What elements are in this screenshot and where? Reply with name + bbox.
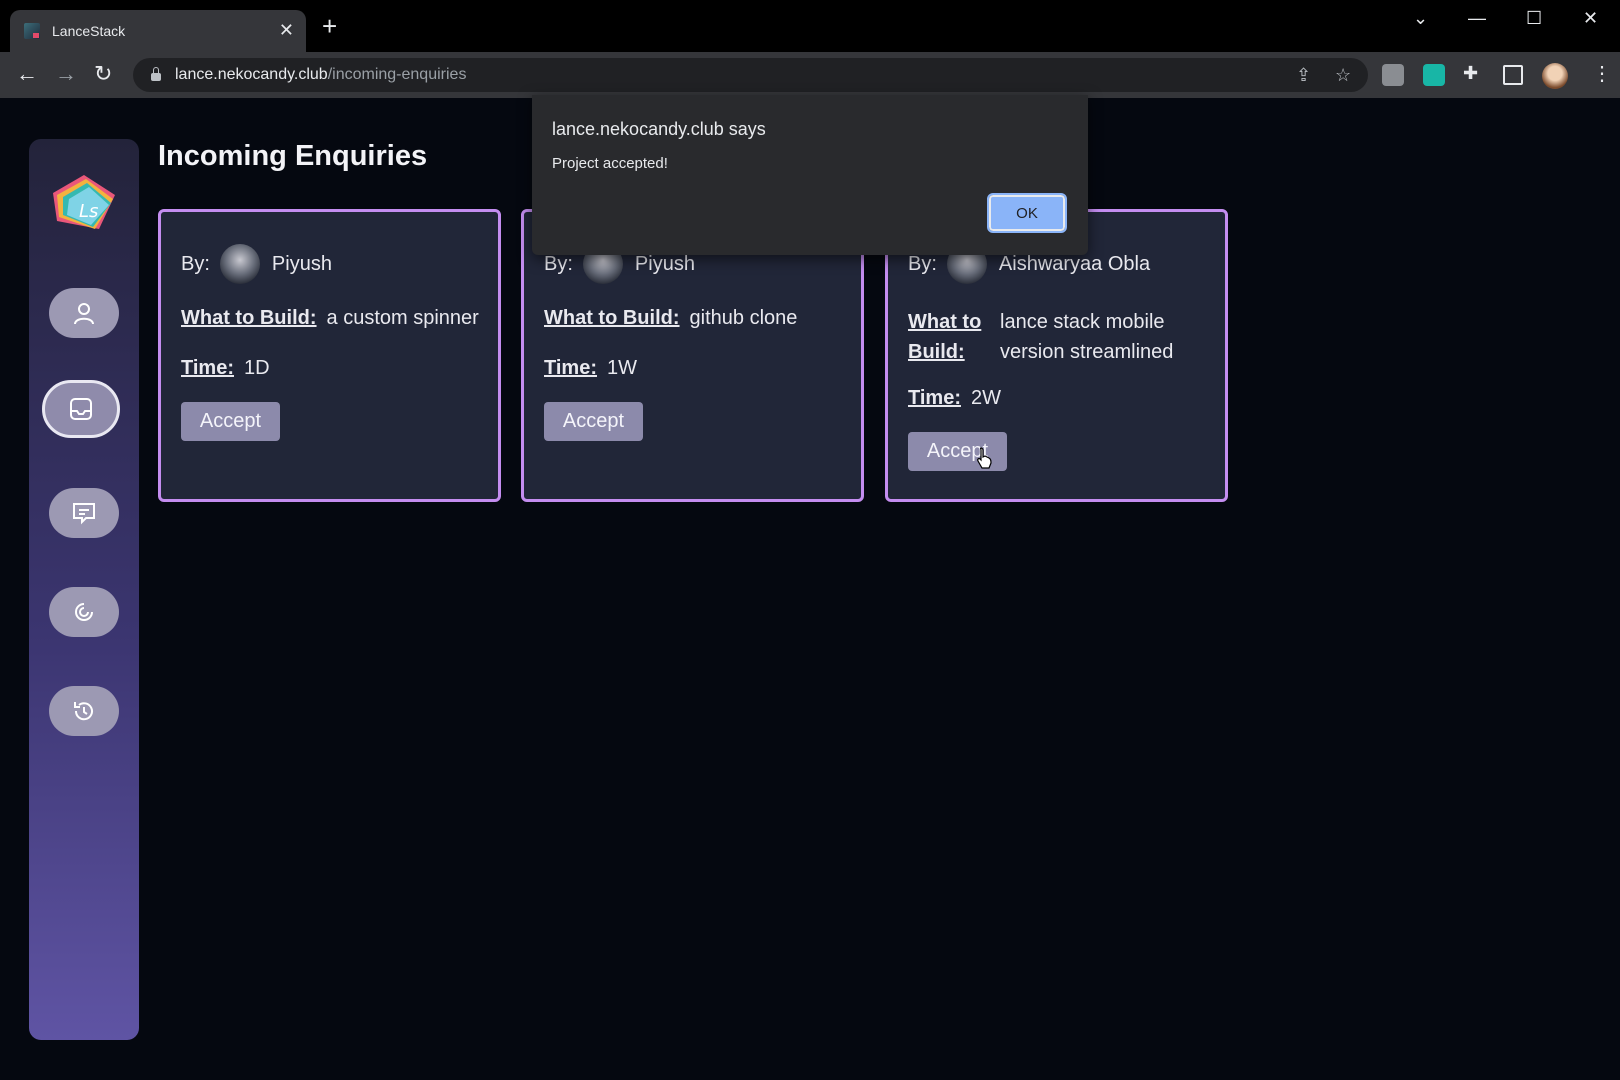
extension-wallet-icon[interactable] [1382, 64, 1404, 86]
what-to-build-row: What to Build: lance stack mobile versio… [908, 307, 1173, 367]
svg-text:Ls: Ls [79, 201, 98, 222]
time-label: Time: [908, 387, 961, 409]
alert-dialog: lance.nekocandy.club says Project accept… [532, 95, 1088, 255]
browser-tab[interactable]: LanceStack ✕ [10, 10, 306, 52]
favicon-icon [24, 23, 40, 39]
what-to-build-value-line1: lance stack mobile [1000, 311, 1165, 333]
what-to-build-row: What to Build: a custom spinner [181, 307, 479, 330]
tab-strip: LanceStack ✕ + ⌄ — ☐ ✕ [0, 0, 1620, 52]
by-label: By: [181, 252, 210, 275]
maximize-button[interactable]: ☐ [1526, 8, 1542, 29]
menu-icon[interactable]: ⋮ [1592, 62, 1612, 86]
what-to-build-label: What to Build: [908, 307, 990, 367]
time-label: Time: [544, 357, 597, 379]
puzzle-icon[interactable]: ✚ [1463, 63, 1478, 83]
author-name: Piyush [271, 252, 332, 275]
user-icon [74, 303, 94, 325]
time-row: Time: 2W [908, 387, 1001, 410]
author-name: Piyush [634, 252, 695, 275]
what-to-build-label-line1: What to [908, 311, 982, 333]
url-path: /incoming-enquiries [327, 66, 467, 83]
time-value: 1W [606, 357, 637, 379]
sidebar-item-history[interactable] [49, 686, 119, 736]
what-to-build-value: github clone [689, 307, 798, 329]
ok-button[interactable]: OK [987, 193, 1067, 233]
reload-icon[interactable]: ↻ [94, 62, 112, 86]
enquiry-card: By: Piyush What to Build: a custom spinn… [158, 209, 501, 502]
page-title: Incoming Enquiries [158, 140, 428, 172]
what-to-build-label-line2: Build: [908, 341, 965, 363]
close-window-button[interactable]: ✕ [1583, 8, 1598, 29]
tab-close-icon[interactable]: ✕ [279, 21, 294, 39]
hand-cursor-icon [977, 447, 992, 469]
lock-icon [151, 67, 161, 81]
enquiry-author: By: Piyush [181, 244, 332, 284]
profile-avatar[interactable] [1542, 63, 1568, 89]
new-tab-button[interactable]: + [322, 13, 337, 39]
sidebar-item-ongoing[interactable] [49, 587, 119, 637]
what-to-build-value: a custom spinner [326, 307, 479, 329]
what-to-build-value: lance stack mobile version streamlined [1000, 307, 1173, 367]
extension-teal-icon[interactable] [1423, 64, 1445, 86]
sidebar-item-profile[interactable] [49, 288, 119, 338]
by-label: By: [908, 252, 937, 275]
sidebar: Ls [29, 139, 139, 1040]
address-bar[interactable]: lance.nekocandy.club/incoming-enquiries … [133, 58, 1368, 92]
what-to-build-label: What to Build: [181, 307, 317, 329]
what-to-build-row: What to Build: github clone [544, 307, 797, 330]
side-panel-icon[interactable] [1503, 65, 1523, 85]
share-icon[interactable]: ⇪ [1296, 65, 1311, 85]
time-row: Time: 1W [544, 357, 637, 380]
by-label: By: [544, 252, 573, 275]
time-value: 1D [243, 357, 270, 379]
chat-icon [73, 503, 95, 525]
sidebar-item-inbox[interactable] [42, 380, 120, 438]
dialog-message: Project accepted! [552, 155, 668, 172]
what-to-build-value-line2: version streamlined [1000, 341, 1174, 363]
sync-icon [75, 603, 93, 621]
lancestack-logo: Ls [53, 175, 115, 229]
time-label: Time: [181, 357, 234, 379]
sidebar-item-messages[interactable] [49, 488, 119, 538]
tab-search-icon[interactable]: ⌄ [1413, 8, 1428, 29]
back-icon[interactable]: ← [16, 62, 38, 86]
avatar [219, 244, 260, 284]
tab-title: LanceStack [52, 23, 126, 39]
forward-icon[interactable]: → [55, 62, 77, 86]
url-host: lance.nekocandy.club [175, 66, 328, 83]
inbox-icon [70, 398, 92, 420]
browser-toolbar: ← → ↻ lance.nekocandy.club/incoming-enqu… [0, 52, 1620, 98]
what-to-build-label: What to Build: [544, 307, 680, 329]
accept-button[interactable]: Accept [908, 432, 1007, 471]
author-name: Aishwaryaa Obla [998, 252, 1151, 275]
history-icon [74, 702, 93, 721]
accept-button[interactable]: Accept [181, 402, 280, 441]
minimize-button[interactable]: — [1468, 8, 1486, 29]
accept-button[interactable]: Accept [544, 402, 643, 441]
dialog-title: lance.nekocandy.club says [552, 119, 766, 139]
time-value: 2W [970, 387, 1001, 409]
star-icon[interactable]: ☆ [1335, 65, 1351, 85]
time-row: Time: 1D [181, 357, 270, 380]
